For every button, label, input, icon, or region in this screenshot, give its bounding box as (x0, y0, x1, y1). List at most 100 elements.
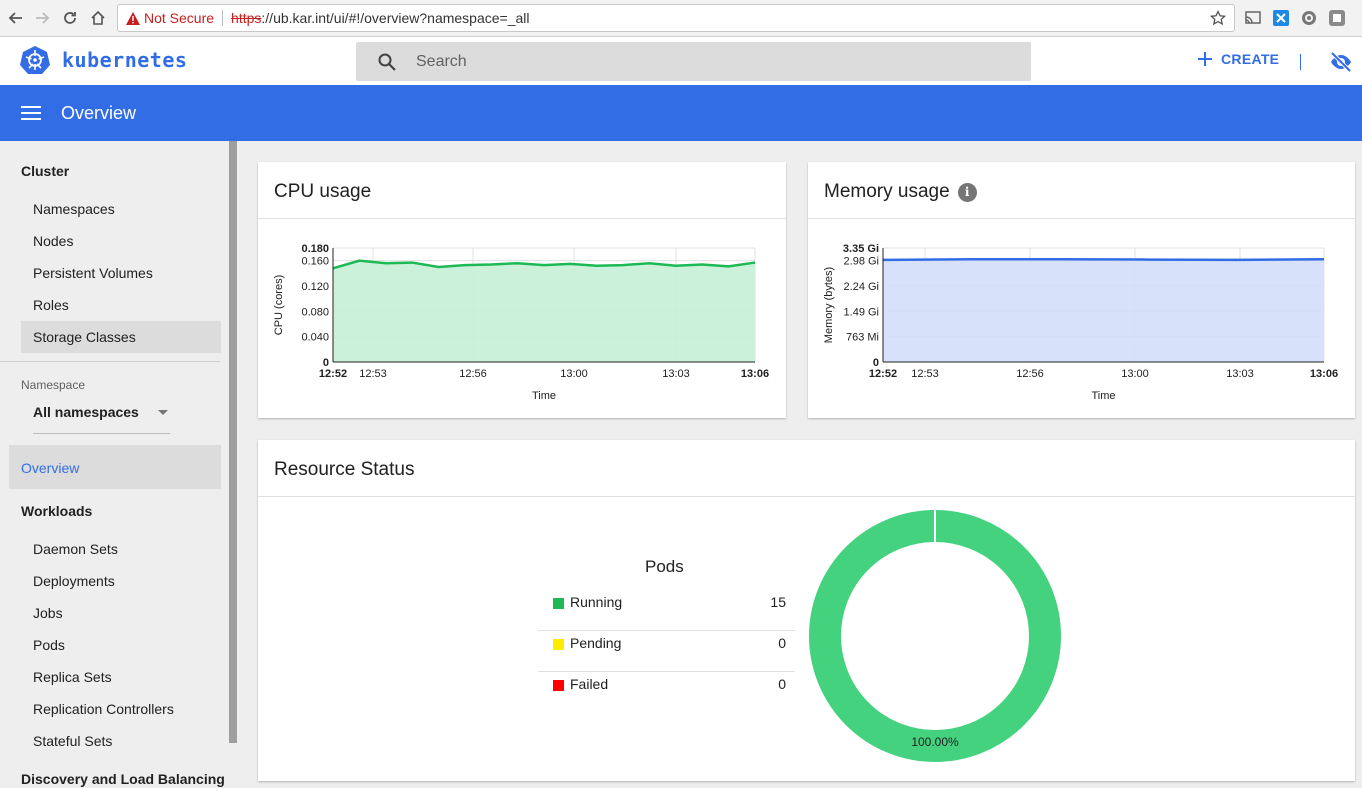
y-tick-label: 3.35 Gi (843, 243, 879, 255)
x-tick-label: 12:52 (319, 368, 347, 380)
search-input[interactable]: Search (416, 53, 467, 71)
security-label: Not Secure (144, 10, 215, 26)
visibility-off-icon[interactable] (1329, 50, 1353, 74)
area-fill (333, 260, 755, 362)
y-tick-label: 1.49 Gi (844, 306, 879, 318)
y-tick-label: 0.160 (301, 256, 329, 268)
x-axis-title: Time (1091, 390, 1115, 402)
y-tick-label: 0.120 (301, 281, 329, 293)
y-tick-label: 0.180 (301, 243, 329, 255)
pods-title: Pods (645, 557, 684, 576)
x-tick-label: 13:06 (1310, 368, 1338, 380)
forward-icon[interactable] (32, 8, 52, 28)
donut-running-segment[interactable] (809, 510, 1061, 762)
sidebar: Cluster Namespaces Nodes Persistent Volu… (0, 141, 230, 788)
x-axis-title: Time (532, 390, 556, 402)
failed-swatch (553, 680, 564, 691)
sidebar-item-nodes[interactable]: Nodes (33, 233, 73, 249)
kubernetes-wheel-icon (20, 46, 50, 74)
app-header: kubernetes Search CREATE (0, 37, 1362, 85)
pod-status-count: 0 (778, 676, 786, 692)
x-tick-label: 12:53 (911, 368, 939, 380)
sidebar-item-namespaces[interactable]: Namespaces (33, 201, 115, 217)
pods-donut-chart[interactable] (808, 509, 1062, 763)
extension-square-icon[interactable] (1328, 9, 1346, 27)
sidebar-item-storage-classes[interactable]: Storage Classes (33, 329, 136, 345)
x-tick-label: 12:53 (359, 368, 387, 380)
y-tick-label: 763 Mi (846, 332, 879, 344)
x-tick-label: 12:56 (459, 368, 487, 380)
pod-status-count: 15 (770, 594, 786, 610)
menu-icon[interactable] (21, 106, 41, 120)
y-tick-label: 2.98 Gi (844, 256, 879, 268)
pod-status-row-failed: Failed 0 (538, 672, 795, 713)
resource-status-card: Resource Status (258, 440, 1355, 781)
sidebar-item-replica-sets[interactable]: Replica Sets (33, 669, 112, 685)
pending-swatch (553, 639, 564, 650)
sidebar-item-stateful-sets[interactable]: Stateful Sets (33, 733, 112, 749)
x-tick-label: 13:00 (560, 368, 588, 380)
sidebar-heading-discovery[interactable]: Discovery and Load Balancing (21, 771, 225, 787)
x-tick-label: 13:06 (741, 368, 769, 380)
memory-chart: 0763 Mi1.49 Gi2.24 Gi2.98 Gi3.35 Gi12:52… (823, 243, 1338, 402)
create-button[interactable]: CREATE (1197, 51, 1279, 67)
series-line (882, 257, 1325, 262)
cast-icon[interactable] (1244, 9, 1262, 27)
pod-status-name: Failed (570, 676, 609, 692)
y-tick-label: 0.040 (301, 332, 329, 344)
pod-status-row-pending: Pending 0 (538, 631, 795, 672)
warning-icon (126, 11, 140, 25)
sidebar-item-daemon-sets[interactable]: Daemon Sets (33, 541, 118, 557)
sidebar-item-pods[interactable]: Pods (33, 637, 65, 653)
cpu-chart: 00.0400.0800.1200.1600.18012:52 12:53 12:5… (273, 243, 769, 402)
memory-usage-card: Memory usage i 0 763 Mi 1.49 Gi 2.24 Gi 2.98… (808, 162, 1355, 418)
x-tick-label: 13:03 (662, 368, 690, 380)
search-bar[interactable]: Search (356, 42, 1031, 81)
x-tick-label: 12:52 (869, 368, 897, 380)
namespace-label: Namespace (21, 378, 86, 392)
home-icon[interactable] (88, 8, 108, 28)
sidebar-item-replication-controllers[interactable]: Replication Controllers (33, 701, 174, 717)
running-swatch (553, 598, 564, 609)
sidebar-item-roles[interactable]: Roles (33, 297, 69, 313)
logo-text: kubernetes (62, 48, 188, 72)
y-axis-title: Memory (bytes) (823, 267, 835, 343)
url-scheme: https (231, 10, 262, 26)
browser-toolbar: Not Secure https ://ub.kar.int/ui/#!/ove… (0, 0, 1362, 37)
wordpress-icon[interactable] (1300, 9, 1318, 27)
url-divider (222, 10, 224, 26)
x-tick-label: 13:00 (1121, 368, 1149, 380)
donut-percent-label: 100.00% (911, 735, 959, 749)
address-bar[interactable]: Not Secure https ://ub.kar.int/ui/#!/ove… (117, 4, 1235, 32)
sidebar-item-deployments[interactable]: Deployments (33, 573, 115, 589)
search-icon (378, 53, 396, 71)
reload-icon[interactable] (60, 8, 80, 28)
page-title: Overview (61, 102, 137, 123)
kubernetes-logo[interactable]: kubernetes (20, 45, 187, 75)
sidebar-heading-cluster[interactable]: Cluster (21, 163, 69, 179)
sidebar-item-overview[interactable]: Overview (21, 460, 79, 476)
pod-status-name: Running (570, 594, 623, 610)
sidebar-divider (0, 361, 220, 362)
dropdown-arrow-icon (158, 410, 168, 415)
extension-x-icon[interactable] (1272, 9, 1290, 27)
resource-card-title: Resource Status (274, 459, 415, 480)
pod-status-name: Pending (570, 635, 622, 651)
sidebar-item-jobs[interactable]: Jobs (33, 605, 63, 621)
pod-status-row-running: Running 15 (538, 590, 795, 631)
namespace-select[interactable]: All namespaces (33, 404, 170, 434)
sidebar-scrollbar[interactable] (229, 141, 237, 743)
y-axis-title: CPU (cores) (273, 275, 285, 336)
cpu-usage-card: CPU usage 0 0.040 0.080 0.120 0.160 0.180 12:5… (258, 162, 786, 418)
area-fill (883, 259, 1324, 362)
sidebar-item-persistent-volumes[interactable]: Persistent Volumes (33, 265, 153, 281)
not-secure-indicator[interactable]: Not Secure (126, 10, 214, 26)
bookmark-star-icon[interactable] (1210, 10, 1226, 26)
back-icon[interactable] (6, 8, 26, 28)
pod-status-count: 0 (778, 635, 786, 651)
x-tick-label: 12:56 (1016, 368, 1044, 380)
header-divider (1300, 54, 1301, 70)
y-tick-label: 2.24 Gi (844, 281, 879, 293)
sidebar-heading-workloads[interactable]: Workloads (21, 503, 92, 519)
page-toolbar: Overview (0, 85, 1362, 141)
